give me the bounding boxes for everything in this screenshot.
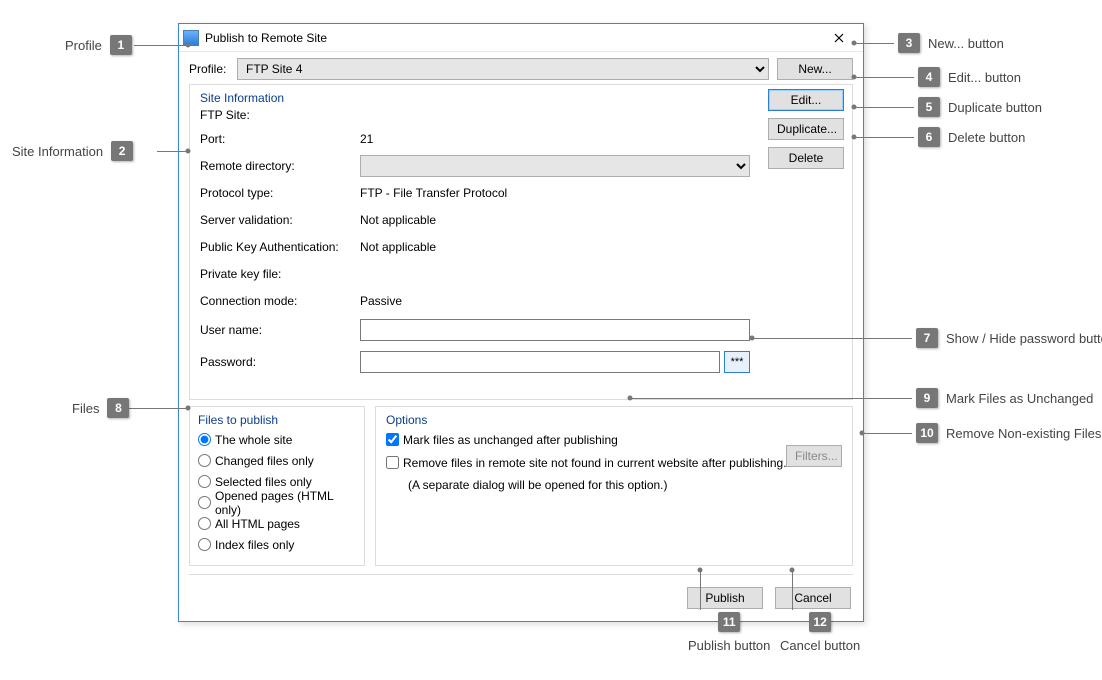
- site-information-heading: Site Information: [200, 91, 760, 105]
- callout-number: 7: [916, 328, 938, 348]
- callout-10: 10 Remove Non-existing Files: [916, 423, 1101, 443]
- callout-label: Edit... button: [948, 70, 1021, 85]
- callout-label: Profile: [65, 38, 102, 53]
- radio-selected-only-label: Selected files only: [215, 475, 312, 489]
- protocol-type-label: Protocol type:: [200, 186, 360, 200]
- public-key-auth-value: Not applicable: [360, 240, 436, 254]
- close-icon: [834, 33, 844, 43]
- callout-3: 3 New... button: [898, 33, 1004, 53]
- new-button[interactable]: New...: [777, 58, 853, 80]
- profile-row: Profile: FTP Site 4 New...: [189, 58, 853, 80]
- protocol-type-value: FTP - File Transfer Protocol: [360, 186, 507, 200]
- delete-button[interactable]: Delete: [768, 147, 844, 169]
- check-mark-unchanged[interactable]: [386, 433, 399, 446]
- callout-9: 9 Mark Files as Unchanged: [916, 388, 1093, 408]
- callout-number: 4: [918, 67, 940, 87]
- options-heading: Options: [386, 413, 842, 427]
- remove-missing-note: (A separate dialog will be opened for th…: [408, 478, 842, 492]
- callout-8: 8 Files: [72, 398, 129, 418]
- dialog-footer: Publish Cancel: [189, 574, 853, 611]
- remote-directory-select[interactable]: [360, 155, 750, 177]
- callout-number: 10: [916, 423, 938, 443]
- edit-button[interactable]: Edit...: [768, 89, 844, 111]
- cancel-button[interactable]: Cancel: [775, 587, 851, 609]
- callout-number: 12: [809, 612, 831, 632]
- callout-number: 1: [110, 35, 132, 55]
- radio-all-html[interactable]: [198, 517, 211, 530]
- files-heading: Files to publish: [198, 413, 356, 427]
- show-password-button[interactable]: ***: [724, 351, 750, 373]
- ftp-site-label: FTP Site:: [200, 108, 360, 122]
- publish-button[interactable]: Publish: [687, 587, 763, 609]
- port-label: Port:: [200, 132, 360, 146]
- callout-7: 7 Show / Hide password button: [916, 328, 1102, 348]
- radio-opened-pages-label: Opened pages (HTML only): [215, 489, 356, 517]
- callout-5: 5 Duplicate button: [918, 97, 1042, 117]
- callout-1: 1 Profile: [65, 35, 132, 55]
- title-bar: Publish to Remote Site: [179, 24, 863, 52]
- callout-label: New... button: [928, 36, 1004, 51]
- options-group: Options Mark files as unchanged after pu…: [375, 406, 853, 566]
- callout-label: Cancel button: [780, 638, 860, 653]
- radio-index-only[interactable]: [198, 538, 211, 551]
- check-mark-unchanged-label: Mark files as unchanged after publishing: [403, 433, 618, 447]
- private-key-file-label: Private key file:: [200, 267, 360, 281]
- callout-label: Delete button: [948, 130, 1025, 145]
- dialog-body: Profile: FTP Site 4 New... Site Informat…: [179, 52, 863, 621]
- radio-changed-only-label: Changed files only: [215, 454, 314, 468]
- connection-mode-value: Passive: [360, 294, 402, 308]
- radio-all-html-label: All HTML pages: [215, 517, 300, 531]
- callout-2: 2 Site Information: [12, 141, 133, 161]
- callout-label: Mark Files as Unchanged: [946, 391, 1093, 406]
- callout-number: 3: [898, 33, 920, 53]
- filters-button[interactable]: Filters...: [786, 445, 842, 467]
- server-validation-value: Not applicable: [360, 213, 436, 227]
- remote-directory-label: Remote directory:: [200, 159, 360, 173]
- publish-dialog: Publish to Remote Site Profile: FTP Site…: [178, 23, 864, 622]
- callout-11: 11 Publish button: [688, 612, 770, 653]
- bottom-area: Files to publish The whole site Changed …: [189, 406, 853, 566]
- callout-6: 6 Delete button: [918, 127, 1025, 147]
- callout-label: Publish button: [688, 638, 770, 653]
- callout-number: 11: [718, 612, 740, 632]
- username-input[interactable]: [360, 319, 750, 341]
- callout-number: 8: [107, 398, 129, 418]
- callout-label: Files: [72, 401, 99, 416]
- duplicate-button[interactable]: Duplicate...: [768, 118, 844, 140]
- radio-selected-only[interactable]: [198, 475, 211, 488]
- radio-changed-only[interactable]: [198, 454, 211, 467]
- callout-label: Duplicate button: [948, 100, 1042, 115]
- radio-whole-site[interactable]: [198, 433, 211, 446]
- profile-select[interactable]: FTP Site 4: [237, 58, 769, 80]
- window-title: Publish to Remote Site: [205, 31, 819, 45]
- port-value: 21: [360, 132, 373, 146]
- callout-4: 4 Edit... button: [918, 67, 1021, 87]
- connection-mode-label: Connection mode:: [200, 294, 360, 308]
- callout-label: Site Information: [12, 144, 103, 159]
- password-label: Password:: [200, 355, 360, 369]
- password-input[interactable]: [360, 351, 720, 373]
- callout-number: 5: [918, 97, 940, 117]
- check-remove-missing-label: Remove files in remote site not found in…: [403, 456, 787, 470]
- files-to-publish-group: Files to publish The whole site Changed …: [189, 406, 365, 566]
- callout-label: Remove Non-existing Files: [946, 426, 1101, 441]
- check-remove-missing[interactable]: [386, 456, 399, 469]
- username-label: User name:: [200, 323, 360, 337]
- server-validation-label: Server validation:: [200, 213, 360, 227]
- callout-number: 6: [918, 127, 940, 147]
- callout-label: Show / Hide password button: [946, 331, 1102, 346]
- public-key-auth-label: Public Key Authentication:: [200, 240, 360, 254]
- radio-whole-site-label: The whole site: [215, 433, 292, 447]
- callout-12: 12 Cancel button: [780, 612, 860, 653]
- site-information-group: Site Information FTP Site: Port: 21 Remo…: [189, 84, 853, 400]
- close-button[interactable]: [819, 26, 859, 50]
- radio-index-only-label: Index files only: [215, 538, 294, 552]
- radio-opened-pages[interactable]: [198, 496, 211, 509]
- callout-number: 2: [111, 141, 133, 161]
- profile-label: Profile:: [189, 62, 237, 76]
- callout-number: 9: [916, 388, 938, 408]
